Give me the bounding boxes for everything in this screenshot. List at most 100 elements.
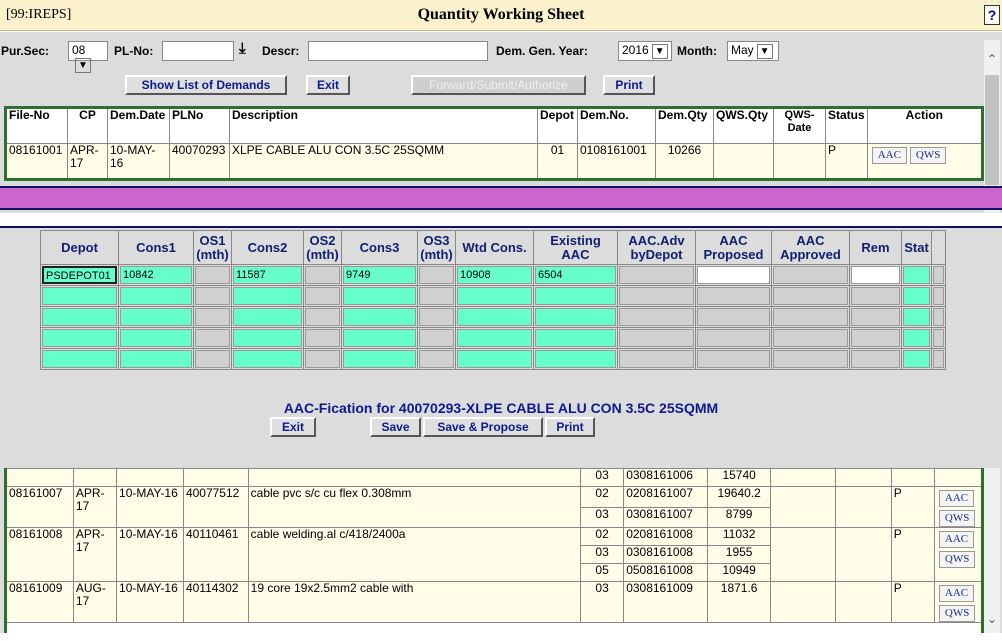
cons2-field[interactable] — [233, 329, 302, 347]
rem-field[interactable] — [851, 308, 900, 326]
aac-adv-field[interactable] — [619, 287, 694, 305]
scroll-thumb[interactable] — [985, 75, 999, 185]
chevron-up-icon[interactable]: ⌃ — [984, 52, 1000, 66]
aac-proposed-field[interactable] — [697, 329, 770, 347]
aac-approved-field[interactable] — [773, 308, 848, 326]
os2-field[interactable] — [305, 350, 340, 368]
wtd-cons-field[interactable] — [457, 350, 532, 368]
aac-button[interactable]: AAC — [871, 147, 907, 164]
depot-field[interactable] — [42, 350, 117, 368]
cons3-field[interactable] — [343, 350, 416, 368]
wtd-cons-field[interactable]: 10908 — [457, 266, 532, 284]
os3-field[interactable] — [419, 308, 454, 326]
cons2-field[interactable] — [233, 350, 302, 368]
stat-field[interactable] — [903, 266, 930, 284]
cons1-field[interactable] — [120, 308, 192, 326]
exit-button[interactable]: Exit — [306, 75, 350, 95]
os3-field[interactable] — [419, 287, 454, 305]
wtd-cons-field[interactable] — [457, 287, 532, 305]
rem-field[interactable] — [851, 266, 900, 284]
aac-approved-field[interactable] — [773, 287, 848, 305]
descr-input[interactable] — [308, 41, 488, 61]
os3-field[interactable] — [419, 266, 454, 284]
qws-button[interactable]: QWS — [938, 510, 976, 527]
aac-approved-field[interactable] — [773, 266, 848, 284]
aac-button[interactable]: AAC — [938, 490, 975, 507]
cons3-field[interactable] — [343, 308, 416, 326]
cons2-field[interactable]: 11587 — [233, 266, 302, 284]
cons1-field[interactable] — [120, 350, 192, 368]
existing-aac-field[interactable] — [535, 329, 616, 347]
cons2-field[interactable] — [233, 287, 302, 305]
aac-adv-field[interactable] — [619, 350, 694, 368]
aac-button[interactable]: AAC — [938, 585, 975, 602]
aac-proposed-field[interactable] — [697, 308, 770, 326]
help-icon[interactable]: ? — [984, 5, 1000, 25]
qws-button[interactable]: QWS — [909, 147, 947, 164]
stat-field[interactable] — [903, 308, 930, 326]
rem-field[interactable] — [851, 329, 900, 347]
table-row[interactable]: 08161001 APR-17 10-MAY-16 40070293 XLPE … — [5, 143, 984, 180]
modal-save-button[interactable]: Save — [370, 417, 421, 437]
stat-field[interactable] — [903, 350, 930, 368]
existing-aac-field[interactable] — [535, 287, 616, 305]
qws-button[interactable]: QWS — [938, 551, 976, 568]
wtd-cons-field[interactable] — [457, 329, 532, 347]
cons3-field[interactable] — [343, 287, 416, 305]
os2-field[interactable] — [305, 329, 340, 347]
print-button[interactable]: Print — [603, 75, 655, 95]
os2-field[interactable] — [305, 287, 340, 305]
cons3-field[interactable]: 9749 — [343, 266, 416, 284]
aac-button[interactable]: AAC — [938, 531, 975, 548]
rem-field[interactable] — [851, 350, 900, 368]
depot-field[interactable] — [42, 308, 117, 326]
modal-save-propose-button[interactable]: Save & Propose — [423, 417, 543, 437]
cons1-field[interactable]: 10842 — [120, 266, 192, 284]
pursec-select[interactable]: 08▼ — [68, 41, 108, 73]
modal-exit-button[interactable]: Exit — [270, 417, 316, 437]
depot-field[interactable] — [42, 287, 117, 305]
os1-field[interactable] — [195, 350, 230, 368]
forward-button[interactable]: Forward/Submit/Authorize — [411, 75, 586, 95]
demgen-select[interactable]: 2016 ▼ — [618, 41, 672, 61]
aac-approved-field[interactable] — [773, 329, 848, 347]
aac-proposed-field[interactable] — [697, 266, 770, 284]
depot-field[interactable]: PSDEPOT01 — [42, 266, 117, 284]
aac-approved-field[interactable] — [773, 350, 848, 368]
os1-field[interactable] — [195, 329, 230, 347]
stat-field[interactable] — [903, 329, 930, 347]
chevron-down-icon[interactable]: ⌄ — [984, 612, 1000, 626]
existing-aac-field[interactable] — [535, 350, 616, 368]
aac-adv-field[interactable] — [619, 266, 694, 284]
down-arrow-icon[interactable]: ⤓ — [239, 40, 246, 57]
stat-field[interactable] — [903, 287, 930, 305]
os1-field[interactable] — [195, 287, 230, 305]
month-select[interactable]: May ▼ — [727, 41, 779, 61]
table-row[interactable]: 03 0308161006 15740 — [7, 468, 981, 487]
depot-field[interactable] — [42, 329, 117, 347]
aac-adv-field[interactable] — [619, 329, 694, 347]
existing-aac-field[interactable] — [535, 308, 616, 326]
cons2-field[interactable] — [233, 308, 302, 326]
aac-proposed-field[interactable] — [697, 287, 770, 305]
table-row[interactable]: 08161007 APR-17 10-MAY-16 40077512 cable pvc… — [7, 486, 981, 528]
existing-aac-field[interactable]: 6504 — [535, 266, 616, 284]
aac-proposed-field[interactable] — [697, 350, 770, 368]
aac-adv-field[interactable] — [619, 308, 694, 326]
plno-input[interactable] — [162, 41, 234, 61]
os2-field[interactable] — [305, 308, 340, 326]
table-row[interactable]: 08161009 AUG-17 10-MAY-16 40114302 19 core 1… — [7, 581, 981, 623]
cons1-field[interactable] — [120, 329, 192, 347]
show-list-button[interactable]: Show List of Demands — [125, 75, 287, 95]
os2-field[interactable] — [305, 266, 340, 284]
modal-print-button[interactable]: Print — [545, 417, 595, 437]
qws-button[interactable]: QWS — [938, 605, 976, 622]
cons3-field[interactable] — [343, 329, 416, 347]
os1-field[interactable] — [195, 266, 230, 284]
rem-field[interactable] — [851, 287, 900, 305]
os1-field[interactable] — [195, 308, 230, 326]
os3-field[interactable] — [419, 329, 454, 347]
cons1-field[interactable] — [120, 287, 192, 305]
table-row[interactable]: 08161008 APR-17 10-MAY-16 40110461 cable wel… — [7, 527, 981, 582]
os3-field[interactable] — [419, 350, 454, 368]
